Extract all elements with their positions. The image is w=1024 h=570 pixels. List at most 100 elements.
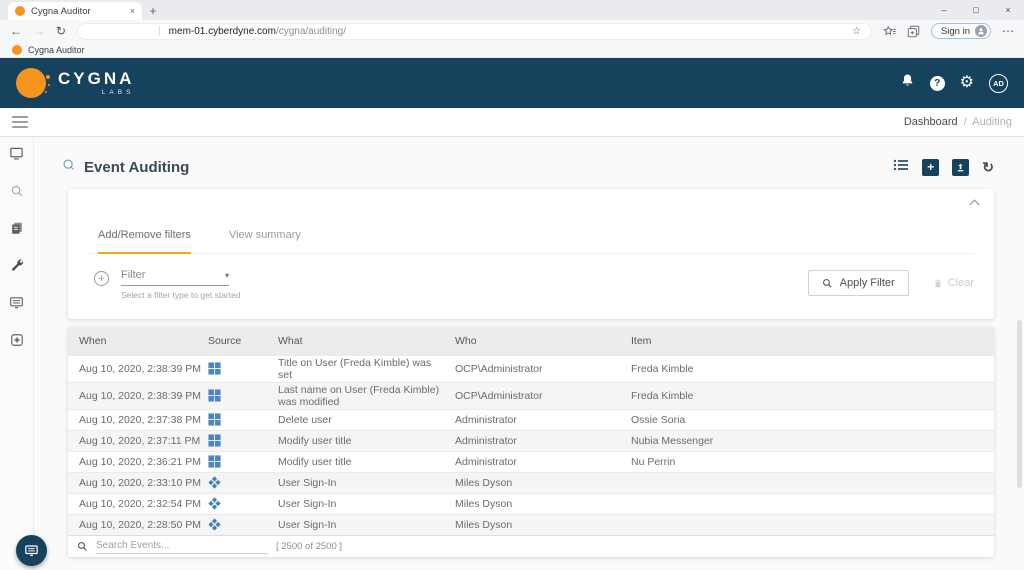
reload-icon[interactable]: ↻	[56, 25, 66, 37]
event-item: Nu Perrin	[631, 451, 994, 472]
windows-source-icon	[208, 362, 221, 375]
logo-sub-text: LABS	[58, 89, 134, 96]
collections-icon[interactable]	[907, 25, 920, 38]
event-source	[208, 355, 278, 382]
favorites-list-icon[interactable]	[883, 25, 896, 38]
add-button[interactable]: +	[922, 159, 939, 176]
favorite-star-icon[interactable]: ☆	[852, 26, 861, 37]
search-events-icon	[77, 541, 88, 552]
bookmark-label[interactable]: Cygna Auditor	[28, 45, 85, 55]
menu-hamburger-icon[interactable]	[12, 116, 28, 128]
bookmarks-bar: Cygna Auditor	[0, 42, 1024, 58]
event-item	[631, 493, 994, 514]
page-content: Event Auditing + ↻ Add/Remove filters	[34, 137, 1024, 570]
col-source[interactable]: Source	[208, 327, 278, 355]
event-row[interactable]: Aug 10, 2020, 2:28:50 PM User Sign-In Mi…	[68, 514, 994, 535]
windows-source-icon	[208, 413, 221, 426]
filter-buttons: Apply Filter Clear	[808, 270, 974, 296]
signin-source-icon	[208, 518, 221, 531]
event-item: Nubia Messenger	[631, 430, 994, 451]
help-icon[interactable]: ?	[930, 76, 945, 91]
col-item[interactable]: Item	[631, 327, 994, 355]
minimize-button[interactable]: –	[928, 0, 960, 20]
clear-filter-button[interactable]: Clear	[933, 277, 974, 289]
filter-type-select[interactable]: Filter ▾ Select a filter type to get sta…	[121, 269, 229, 300]
apply-filter-label: Apply Filter	[840, 277, 895, 289]
event-who: Administrator	[455, 409, 631, 430]
event-who: Miles Dyson	[455, 493, 631, 514]
event-when: Aug 10, 2020, 2:37:11 PM	[68, 430, 208, 451]
settings-gear-icon[interactable]: ⚙	[960, 75, 974, 91]
sidebar-item-dashboard[interactable]	[9, 146, 24, 166]
event-source	[208, 451, 278, 472]
export-button[interactable]	[952, 159, 969, 176]
cygna-logo-icon[interactable]	[16, 68, 46, 98]
table-header-row: When Source What Who Item	[68, 327, 994, 355]
event-item: Ossie Soria	[631, 409, 994, 430]
event-when: Aug 10, 2020, 2:32:54 PM	[68, 493, 208, 514]
logo-main-text: CYGNA	[58, 70, 134, 87]
scrollbar-thumb[interactable]	[1017, 320, 1022, 488]
address-bar[interactable]: | mem-01.cyberdyne.com /cygna/auditing/ …	[77, 23, 872, 40]
feedback-button[interactable]	[16, 535, 47, 566]
event-row[interactable]: Aug 10, 2020, 2:32:54 PM User Sign-In Mi…	[68, 493, 994, 514]
user-avatar[interactable]: AD	[989, 74, 1008, 93]
event-row[interactable]: Aug 10, 2020, 2:36:21 PM Modify user tit…	[68, 451, 994, 472]
tab-close-icon[interactable]: ×	[130, 6, 135, 16]
filter-tabs: Add/Remove filters View summary	[88, 189, 974, 254]
event-row[interactable]: Aug 10, 2020, 2:38:39 PM Title on User (…	[68, 355, 994, 382]
event-source	[208, 409, 278, 430]
events-table: When Source What Who Item Aug 10, 2020, …	[68, 327, 994, 535]
col-when[interactable]: When	[68, 327, 208, 355]
tab-title: Cygna Auditor	[31, 6, 91, 17]
clear-filter-label: Clear	[948, 277, 974, 289]
sign-in-button[interactable]: Sign in	[931, 23, 991, 39]
url-path: /cygna/auditing/	[276, 26, 346, 37]
event-row[interactable]: Aug 10, 2020, 2:37:11 PM Modify user tit…	[68, 430, 994, 451]
sidebar-item-tools[interactable]	[10, 258, 24, 277]
url-divider: |	[158, 26, 161, 37]
add-filter-icon[interactable]: +	[94, 271, 109, 286]
cygna-favicon	[15, 6, 25, 16]
sidebar-item-reports[interactable]	[10, 221, 24, 240]
maximize-button[interactable]: □	[960, 0, 992, 20]
view-list-icon[interactable]	[893, 158, 909, 177]
tab-view-summary[interactable]: View summary	[229, 229, 301, 253]
notifications-bell-icon[interactable]	[900, 73, 915, 93]
app-header: CYGNA LABS ? ⚙ AD	[0, 58, 1024, 108]
search-events-input[interactable]	[96, 539, 268, 554]
event-item: Freda Kimble	[631, 355, 994, 382]
event-row[interactable]: Aug 10, 2020, 2:38:39 PM Last name on Us…	[68, 382, 994, 409]
sign-in-label: Sign in	[941, 26, 970, 37]
breadcrumb: Dashboard / Auditing	[904, 116, 1012, 128]
more-menu-icon[interactable]: ⋯	[1002, 25, 1014, 37]
sidebar-item-search[interactable]	[10, 184, 24, 203]
event-who: OCP\Administrator	[455, 382, 631, 409]
sidebar-item-integrations[interactable]	[10, 333, 24, 352]
page-title-row: Event Auditing + ↻	[62, 151, 994, 183]
event-source	[208, 382, 278, 409]
windows-source-icon	[208, 434, 221, 447]
event-what: Modify user title	[278, 430, 455, 451]
window-close-button[interactable]: ×	[992, 0, 1024, 20]
breadcrumb-dashboard[interactable]: Dashboard	[904, 116, 958, 128]
event-row[interactable]: Aug 10, 2020, 2:37:38 PM Delete user Adm…	[68, 409, 994, 430]
browser-tab[interactable]: Cygna Auditor ×	[8, 2, 142, 20]
forward-icon[interactable]: →	[33, 25, 45, 37]
refresh-icon[interactable]: ↻	[982, 159, 994, 176]
tab-add-remove-filters[interactable]: Add/Remove filters	[98, 229, 191, 254]
windows-source-icon	[208, 455, 221, 468]
col-who[interactable]: Who	[455, 327, 631, 355]
feedback-message-icon	[24, 543, 39, 558]
col-what[interactable]: What	[278, 327, 455, 355]
apply-filter-button[interactable]: Apply Filter	[808, 270, 909, 296]
back-icon[interactable]: ←	[10, 25, 22, 37]
events-table-card: When Source What Who Item Aug 10, 2020, …	[68, 327, 994, 557]
event-row[interactable]: Aug 10, 2020, 2:33:10 PM User Sign-In Mi…	[68, 472, 994, 493]
sidebar-item-messages[interactable]	[9, 295, 24, 315]
new-tab-button[interactable]: +	[142, 2, 164, 20]
sidebar-rail	[0, 137, 34, 570]
event-what: Last name on User (Freda Kimble) was mod…	[278, 382, 455, 409]
event-when: Aug 10, 2020, 2:28:50 PM	[68, 514, 208, 535]
breadcrumb-bar: Dashboard / Auditing	[0, 108, 1024, 137]
